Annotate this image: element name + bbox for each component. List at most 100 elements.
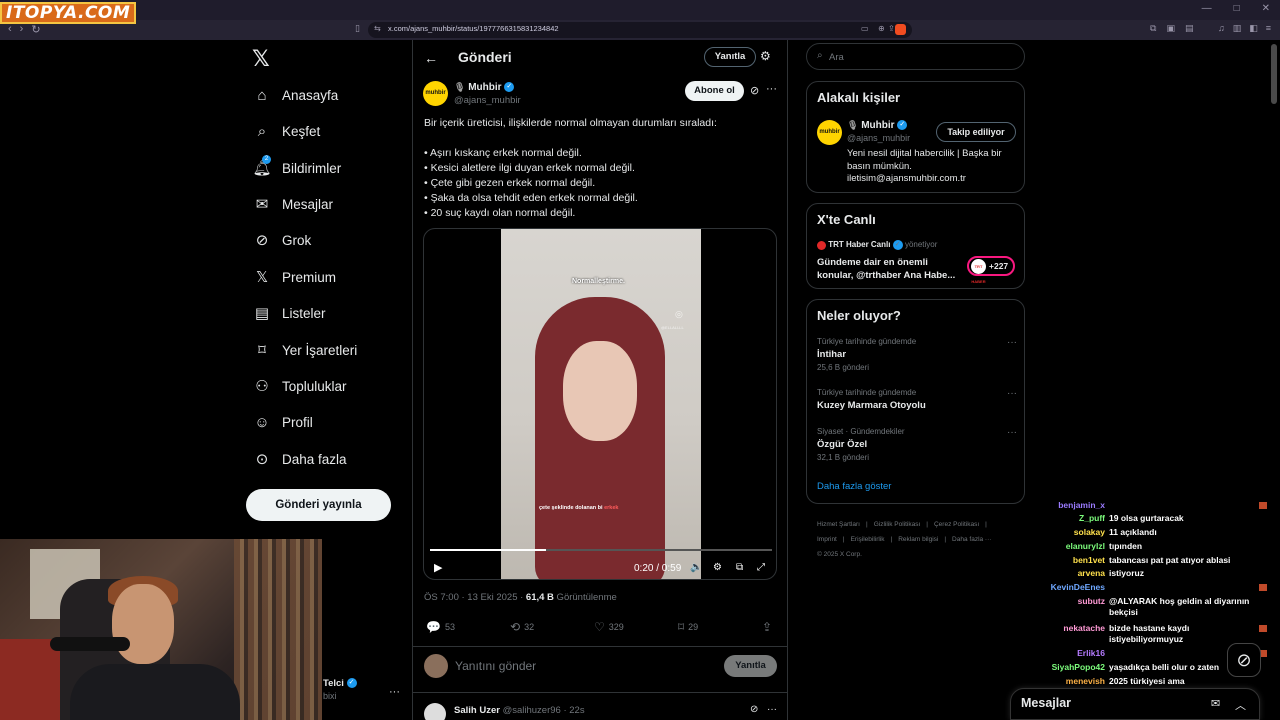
live-org[interactable]: TRT Haber Canlı ✓ yönetiyor: [817, 240, 937, 250]
footer-link[interactable]: Çerez Politikası: [934, 521, 979, 528]
forward-icon[interactable]: ›: [20, 23, 24, 36]
video-progress-bar[interactable]: [430, 549, 772, 551]
volume-icon[interactable]: 🔈: [690, 562, 702, 573]
sidebar-item-3[interactable]: ✉ Mesajlar: [254, 191, 333, 217]
bookmark-action[interactable]: ⌑ 29: [678, 620, 698, 634]
account-more-icon[interactable]: ···: [389, 686, 400, 698]
reload-icon[interactable]: ↻: [31, 23, 40, 36]
trend-item[interactable]: Siyaset · Gündemdekiler Özgür Özel 32,1 B …: [817, 427, 1017, 462]
chat-username[interactable]: Z_puff: [1044, 513, 1105, 524]
sidebar-icon[interactable]: ▥: [1233, 23, 1242, 34]
account-switcher[interactable]: Telci ✓ bixi: [323, 678, 357, 701]
minimize-icon[interactable]: —: [1202, 3, 1212, 14]
author-avatar[interactable]: muhbir: [423, 81, 448, 106]
more-icon[interactable]: ···: [1007, 427, 1017, 438]
settings-icon[interactable]: ⚙: [713, 562, 722, 573]
search-box[interactable]: ⌕ Ara: [806, 43, 1025, 70]
extension-icon[interactable]: ⧉: [1150, 23, 1156, 34]
following-button[interactable]: Takip ediliyor: [936, 122, 1016, 142]
screen-icon[interactable]: ▭: [861, 24, 869, 33]
back-arrow-icon[interactable]: ←: [424, 50, 438, 66]
footer-link[interactable]: Reklam bilgisi: [898, 536, 938, 543]
live-text[interactable]: Gündeme dair en önemli konular, @trthabe…: [817, 256, 957, 282]
reply-submit-button[interactable]: Yanıtla: [724, 655, 777, 677]
chat-username[interactable]: elanurylzl: [1044, 541, 1105, 552]
chat-username[interactable]: arvena: [1044, 568, 1105, 579]
post-timestamp[interactable]: ÖS 7:00 · 13 Eki 2025 ·: [424, 592, 526, 603]
chat-username[interactable]: benjamin_x: [1044, 500, 1105, 511]
reply-author[interactable]: Salih Uzer @salihuzer96 · 22s: [454, 705, 585, 716]
site-info-icon[interactable]: ⇆: [374, 24, 381, 33]
grok-float-button[interactable]: ⊘: [1227, 643, 1261, 677]
bookmark-page-icon[interactable]: ▯: [355, 23, 360, 34]
sidebar-item-6[interactable]: ▤ Listeler: [254, 300, 326, 326]
header-reply-button[interactable]: Yanıtla: [704, 47, 756, 67]
share-action[interactable]: ⇪: [762, 620, 772, 634]
grok-icon[interactable]: ⊘: [750, 84, 759, 97]
music-icon[interactable]: ♫: [1218, 23, 1225, 34]
show-more-link[interactable]: Daha fazla göster: [817, 481, 891, 492]
sidebar-item-8[interactable]: ⚇ Topluluklar: [254, 373, 346, 399]
fullscreen-icon[interactable]: ⤢: [757, 562, 765, 573]
live-listeners[interactable]: TRT HABER +227: [967, 256, 1015, 284]
footer-link[interactable]: Daha fazla ···: [952, 536, 991, 543]
sidebar-item-7[interactable]: ⌑ Yer İşaretleri: [254, 337, 357, 363]
trend-item[interactable]: Türkiye tarihinde gündemde İntihar 25,6 B …: [817, 337, 1017, 372]
footer-link[interactable]: Erişilebilirlik: [851, 536, 885, 543]
footer-link[interactable]: Hizmet Şartları: [817, 521, 860, 528]
maximize-icon[interactable]: □: [1234, 3, 1240, 14]
sidebar-item-2[interactable]: 🔔︎ 2 Bildirimler: [252, 155, 341, 181]
menu-icon[interactable]: ≡: [1266, 23, 1271, 34]
back-icon[interactable]: ‹: [8, 23, 12, 36]
post-button[interactable]: Gönderi yayınla: [246, 489, 391, 521]
footer-link[interactable]: Imprint: [817, 536, 837, 543]
more-icon[interactable]: ···: [766, 83, 777, 95]
more-icon[interactable]: ···: [1007, 388, 1017, 399]
footer-link[interactable]: © 2025 X Corp.: [817, 551, 862, 558]
author-handle[interactable]: @ajans_muhbir: [454, 95, 521, 106]
chat-username[interactable]: menevish: [1044, 676, 1105, 687]
grok-icon[interactable]: ⊘: [750, 704, 758, 715]
sidebar-item-10[interactable]: ⊙ Daha fazla: [254, 446, 347, 472]
play-icon[interactable]: ▶: [434, 561, 442, 574]
sliders-icon[interactable]: ⚙: [760, 49, 771, 63]
zoom-icon[interactable]: ⊕: [878, 24, 885, 33]
search-input[interactable]: Ara: [829, 52, 844, 63]
chat-username[interactable]: Erlik16: [1044, 648, 1105, 659]
chat-username[interactable]: KevinDeEnes: [1044, 582, 1105, 593]
author-name-row[interactable]: 🎙 Muhbir ✓: [454, 82, 515, 93]
footer-link[interactable]: Gizlilik Politikası: [874, 521, 921, 528]
close-icon[interactable]: ✕: [1262, 3, 1270, 14]
video-player[interactable]: Normalleştirme. ◎ @ELLALLLL çete şeklind…: [423, 228, 777, 580]
sidebar-item-5[interactable]: 𝕏 Premium: [254, 264, 336, 290]
like-action[interactable]: ♡ 329: [594, 620, 624, 634]
sidebar-item-1[interactable]: ⌕ Keşfet: [254, 118, 320, 144]
share-icon[interactable]: ⇪: [888, 24, 895, 33]
more-icon[interactable]: ···: [767, 704, 777, 715]
sidebar-item-4[interactable]: ⊘ Grok: [254, 227, 312, 253]
x-logo-icon[interactable]: 𝕏: [252, 46, 270, 72]
sidebar-item-0[interactable]: ⌂ Anasayfa: [254, 82, 338, 108]
url-field[interactable]: ⇆ x.com/ajans_muhbir/status/197776631583…: [368, 22, 912, 38]
pip-icon[interactable]: ⧉: [736, 562, 743, 573]
chat-username[interactable]: subutz: [1044, 596, 1105, 607]
related-handle[interactable]: @ajans_muhbir: [847, 133, 910, 143]
chat-username[interactable]: SiyahPopo42: [1044, 662, 1105, 673]
wallet-icon[interactable]: ◧: [1249, 23, 1258, 34]
related-name[interactable]: 🎙 Muhbir ✓: [847, 120, 908, 131]
more-icon[interactable]: ···: [1007, 337, 1017, 348]
chat-username[interactable]: ben1vet: [1044, 555, 1105, 566]
messages-drawer[interactable]: Mesajlar ✉ ︿: [1010, 688, 1260, 720]
trend-item[interactable]: Türkiye tarihinde gündemde Kuzey Marmara …: [817, 388, 1017, 411]
extension-icon[interactable]: ▤: [1185, 23, 1194, 34]
reply-author-avatar[interactable]: [424, 703, 446, 720]
reply-input[interactable]: Yanıtını gönder: [455, 659, 536, 673]
chevron-up-icon[interactable]: ︿: [1235, 697, 1246, 713]
related-avatar[interactable]: muhbir: [817, 120, 842, 145]
brave-shield-icon[interactable]: [895, 24, 906, 35]
extension-icon[interactable]: ▣: [1166, 23, 1175, 34]
reply-action[interactable]: 💬 53: [426, 620, 455, 634]
chat-username[interactable]: nekatache: [1044, 623, 1105, 634]
sidebar-item-9[interactable]: ☺ Profil: [254, 409, 312, 435]
scrollbar[interactable]: [1271, 44, 1277, 104]
